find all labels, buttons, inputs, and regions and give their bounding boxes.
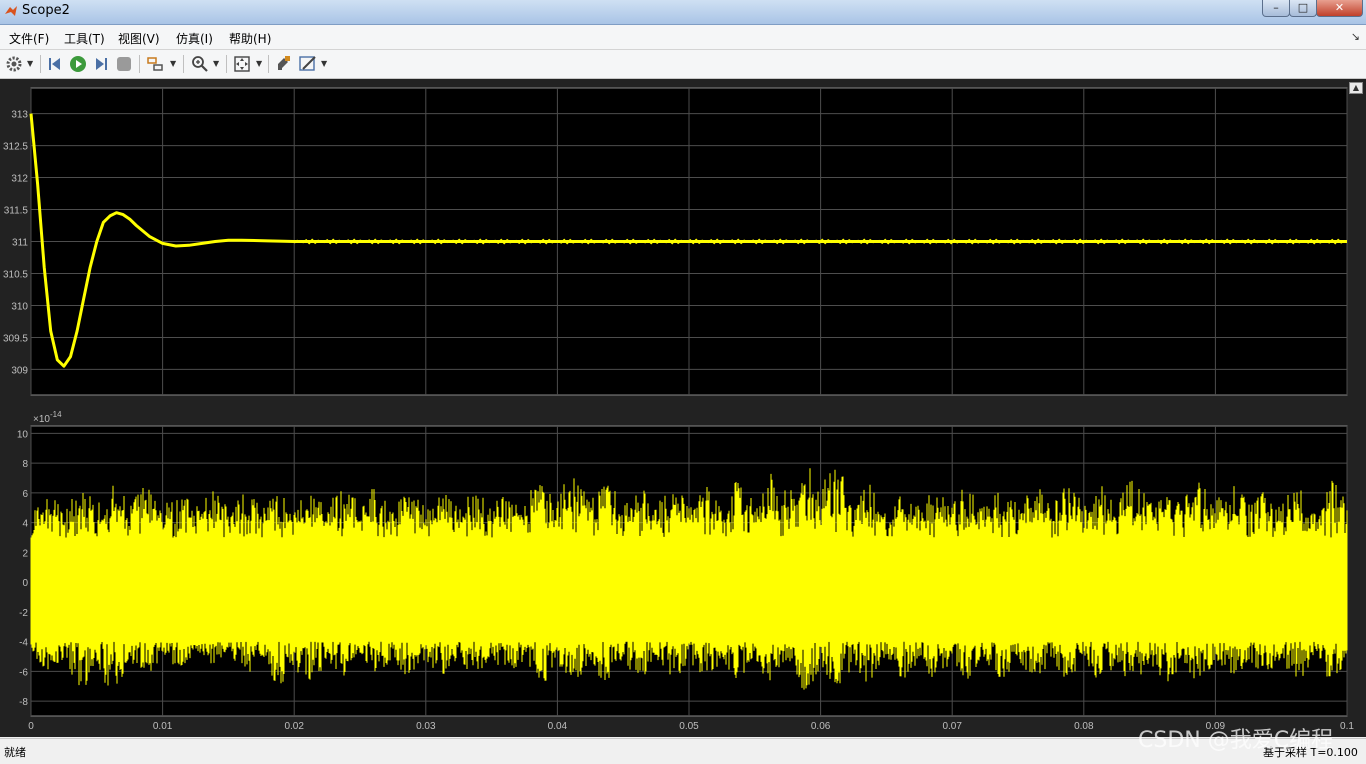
x-tick-label: 0.02	[284, 721, 304, 732]
menu-view[interactable]: 视图(V)	[118, 30, 160, 47]
window-title: Scope2	[22, 3, 70, 18]
y-tick-label: 8	[22, 459, 28, 470]
stop-icon[interactable]	[114, 54, 134, 74]
x-tick-label: 0.06	[811, 721, 831, 732]
y-tick-label: 6	[22, 489, 28, 500]
x-tick-label: 0.01	[153, 721, 173, 732]
watermark: CSDN @我爱C编程	[1138, 728, 1334, 753]
signal-dropdown-icon[interactable]: ▼	[170, 59, 176, 68]
menu-simulation[interactable]: 仿真(I)	[176, 30, 213, 47]
menu-tools[interactable]: 工具(T)	[64, 30, 105, 47]
y-tick-label: -8	[19, 697, 28, 708]
x-tick-label: 0.08	[1074, 721, 1094, 732]
y-tick-label: -6	[19, 667, 28, 678]
toolbar-separator	[139, 55, 140, 73]
autoscale-dropdown-icon[interactable]: ▼	[256, 59, 262, 68]
y-tick-label: 312	[11, 174, 28, 185]
style-icon[interactable]	[298, 54, 318, 74]
step-forward-icon[interactable]	[90, 54, 110, 74]
zoom-dropdown-icon[interactable]: ▼	[213, 59, 219, 68]
top-y-ticks: 313 312.5 312 311.5 311 310.5 310 309.5 309	[3, 110, 28, 377]
x-tick-label: 0	[28, 721, 34, 732]
y-tick-label: 4	[22, 519, 28, 530]
toolbar: ▼ ▼ ▼ ▼ ▼	[0, 50, 1366, 79]
collapse-icon[interactable]: ▲	[1349, 82, 1363, 94]
menu-file[interactable]: 文件(F)	[9, 30, 49, 47]
y-tick-label: -4	[19, 638, 28, 649]
menu-overflow-arrow-icon[interactable]: ↘	[1351, 30, 1360, 43]
style-dropdown-icon[interactable]: ▼	[321, 59, 327, 68]
step-back-icon[interactable]	[46, 54, 66, 74]
autoscale-icon[interactable]	[232, 54, 252, 74]
y-tick-label: 311	[12, 238, 28, 249]
top-axes[interactable]: 313 312.5 312 311.5 311 310.5 310 309.5 309	[3, 87, 1348, 396]
toolbar-separator	[40, 55, 41, 73]
x-tick-label: 0.03	[416, 721, 436, 732]
minimize-button[interactable]: –	[1262, 0, 1290, 17]
y-tick-label: 310	[11, 301, 28, 312]
matlab-logo-icon	[5, 6, 17, 16]
scope-plot-area: 313 312.5 312 311.5 311 310.5 310 309.5 309 10 8 6…	[0, 79, 1366, 737]
y-tick-label: 310.5	[3, 269, 28, 280]
toolbar-separator	[268, 55, 269, 73]
y-tick-label: 309.5	[3, 333, 28, 344]
x-tick-label: 0.1	[1340, 721, 1354, 732]
title-bar: Scope2 – □ ✕	[0, 0, 1366, 25]
exponent-label: ×10-14	[33, 410, 62, 425]
highlight-icon[interactable]	[274, 54, 294, 74]
run-icon[interactable]	[68, 54, 88, 74]
toolbar-separator	[183, 55, 184, 73]
maximize-button[interactable]: □	[1289, 0, 1317, 17]
status-text: 就绪	[4, 746, 26, 759]
scope-figure: 313 312.5 312 311.5 311 310.5 310 309.5 309 10 8 6…	[3, 87, 1355, 732]
x-tick-label: 0.07	[942, 721, 962, 732]
y-tick-label: 312.5	[3, 142, 28, 153]
y-tick-label: -2	[19, 608, 28, 619]
exponent-base: ×10	[33, 414, 50, 425]
menu-bar: 文件(F) 工具(T) 视图(V) 仿真(I) 帮助(H) ↘	[0, 25, 1366, 50]
x-tick-label: 0.05	[679, 721, 699, 732]
y-tick-label: 0	[22, 578, 28, 589]
bottom-y-ticks: 10 8 6 4 2 0 -2 -4 -6 -8	[17, 429, 29, 708]
close-button[interactable]: ✕	[1316, 0, 1363, 17]
y-tick-label: 2	[22, 548, 28, 559]
y-tick-label: 313	[11, 110, 28, 121]
gear-dropdown-icon[interactable]: ▼	[27, 59, 33, 68]
x-tick-label: 0.04	[548, 721, 568, 732]
zoom-in-icon[interactable]	[190, 54, 210, 74]
y-tick-label: 309	[11, 365, 28, 376]
bottom-axes[interactable]: 10 8 6 4 2 0 -2 -4 -6 -8 0 0.01 0.02 0.03 0.04 0.05 0.0…	[17, 410, 1355, 732]
menu-help[interactable]: 帮助(H)	[229, 30, 271, 47]
toolbar-separator	[226, 55, 227, 73]
y-tick-label: 311.5	[4, 206, 29, 217]
exponent-power: -14	[50, 410, 62, 419]
y-tick-label: 10	[17, 429, 29, 440]
gear-icon[interactable]	[4, 54, 24, 74]
signal-selector-icon[interactable]	[146, 54, 166, 74]
